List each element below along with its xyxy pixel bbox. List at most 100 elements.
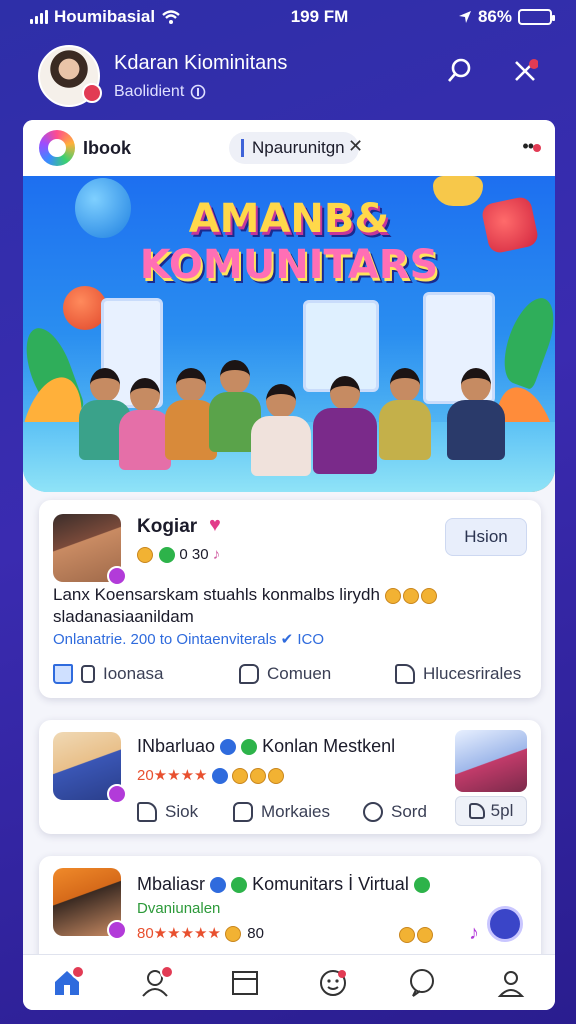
emoji-icon bbox=[402, 587, 419, 604]
action-label: Morkaies bbox=[261, 802, 330, 821]
post-author-row: INbarluao Konlan Mestkenl bbox=[137, 736, 395, 757]
search-chip-text: Npaurunitgn bbox=[252, 138, 345, 157]
battery-percent: 86% bbox=[477, 7, 512, 26]
nav-calendar[interactable] bbox=[225, 963, 265, 1003]
nav-profile[interactable] bbox=[491, 963, 531, 1003]
green-badge-icon bbox=[413, 877, 430, 894]
home-icon bbox=[53, 664, 73, 684]
share-count: 5pl bbox=[490, 801, 514, 820]
feed-container: Ibook Npaurunitgn ✕ •• AMANB& KOMUNITARS bbox=[23, 120, 555, 1010]
green-badge-icon bbox=[231, 877, 248, 894]
music-icon bbox=[81, 665, 95, 683]
emoji-icon bbox=[267, 768, 284, 785]
brand-name: Ibook bbox=[83, 137, 131, 158]
search-button[interactable] bbox=[444, 56, 474, 86]
signal-icon bbox=[30, 10, 48, 24]
share-action[interactable]: Hlucesrirales bbox=[395, 664, 521, 684]
nav-emoji[interactable] bbox=[313, 963, 353, 1003]
emoji-icon bbox=[417, 926, 433, 943]
post-meta: 0 30 ♪ bbox=[137, 546, 220, 564]
carrier-label: Houmibasial bbox=[54, 7, 156, 26]
app-header: Kdaran Kiominitans Baolidient bbox=[24, 38, 554, 114]
post-author-tail: Komunitars İ Virtual bbox=[252, 874, 409, 894]
post-avatar[interactable] bbox=[53, 868, 127, 940]
comment-action[interactable]: Comuen bbox=[239, 664, 331, 684]
post-card[interactable]: INbarluao Konlan Mestkenl 20★★★★ Siok Mo… bbox=[39, 720, 541, 834]
page-title: Kdaran Kiominitans bbox=[114, 51, 288, 74]
bottom-nav bbox=[23, 954, 555, 1010]
rating-count: 80 bbox=[247, 925, 264, 942]
calendar-icon bbox=[231, 970, 258, 995]
post-thumbnail[interactable] bbox=[455, 730, 527, 792]
app-logo[interactable] bbox=[39, 130, 75, 166]
blue-badge-icon bbox=[211, 768, 228, 785]
rating-row: 20★★★★ bbox=[137, 766, 286, 785]
nav-chat[interactable] bbox=[402, 963, 442, 1003]
hero-title: AMANB& KOMUNITARS bbox=[23, 196, 555, 288]
share-icon bbox=[395, 664, 415, 684]
green-status-icon bbox=[159, 547, 176, 564]
follow-button[interactable]: Hsion bbox=[445, 518, 527, 556]
save-action[interactable]: Sord bbox=[363, 802, 427, 822]
hero-banner[interactable]: AMANB& KOMUNITARS bbox=[23, 176, 555, 492]
blue-badge-icon bbox=[220, 739, 237, 756]
emoji-icon bbox=[137, 547, 153, 564]
emoji-icon bbox=[399, 926, 415, 943]
post-card[interactable]: Mbaliasr Komunitars İ Virtual Dvaniunale… bbox=[39, 856, 541, 970]
share-count-button[interactable]: 5pl bbox=[455, 796, 527, 826]
nav-home[interactable] bbox=[47, 963, 87, 1003]
play-button[interactable] bbox=[487, 906, 523, 942]
star-rating: 80★★★★★ bbox=[137, 925, 221, 942]
post-link[interactable]: Onlanatrie. 200 to Ointaenviterals ✔ ICO bbox=[53, 630, 324, 648]
close-button[interactable] bbox=[510, 56, 540, 86]
page-subtitle: Baolidient bbox=[114, 82, 185, 100]
emoji-icon bbox=[225, 926, 242, 943]
green-badge-icon bbox=[241, 739, 258, 756]
notification-badge bbox=[71, 964, 86, 979]
action-label: Siok bbox=[165, 802, 199, 821]
like-action[interactable]: Siok bbox=[137, 802, 198, 822]
post-author[interactable]: Mbaliasr bbox=[137, 874, 205, 894]
comment-icon bbox=[233, 802, 253, 822]
post-author-tail: Konlan Mestkenl bbox=[262, 736, 396, 756]
hero-title-line2: KOMUNITARS bbox=[139, 242, 439, 288]
heart-icon: ♥ bbox=[209, 514, 221, 536]
chat-icon bbox=[409, 968, 434, 997]
comment-action[interactable]: Morkaies bbox=[233, 802, 330, 822]
info-icon bbox=[190, 84, 206, 99]
emoji-icon bbox=[384, 587, 401, 604]
post-card[interactable]: Kogiar ♥ 0 30 ♪ Hsion Lanx Koensarskam s… bbox=[39, 500, 541, 698]
thumb-icon bbox=[137, 802, 157, 822]
person-figure bbox=[313, 376, 377, 474]
post-avatar[interactable] bbox=[53, 732, 127, 804]
post-body-line2: sladanasiaanildam bbox=[53, 607, 194, 626]
person-figure bbox=[379, 368, 431, 460]
post-author[interactable]: INbarluao bbox=[137, 736, 215, 756]
action-label: Sord bbox=[391, 802, 427, 821]
emoji-icon bbox=[231, 768, 248, 785]
hero-title-line1: AMANB& bbox=[188, 196, 390, 242]
person-figure bbox=[447, 368, 505, 460]
blue-badge-icon bbox=[210, 877, 227, 894]
status-bar: Houmibasial 199 FM 86% bbox=[0, 0, 576, 34]
person-figure bbox=[251, 384, 311, 476]
comment-icon bbox=[239, 664, 259, 684]
post-author[interactable]: Kogiar bbox=[137, 516, 197, 538]
post-avatar[interactable] bbox=[53, 514, 127, 586]
search-chip[interactable]: Npaurunitgn bbox=[229, 132, 359, 164]
reaction-icons bbox=[399, 926, 435, 944]
clear-search-icon[interactable]: ✕ bbox=[348, 136, 363, 157]
cursor-bar bbox=[241, 139, 244, 157]
like-action[interactable]: Ioonasa bbox=[53, 664, 164, 684]
rating-row: 80★★★★★ 80 bbox=[137, 924, 264, 943]
notification-badge bbox=[82, 83, 102, 103]
emoji-icon bbox=[420, 587, 437, 604]
nav-people[interactable] bbox=[136, 963, 176, 1003]
post-body: Lanx Koensarskam stuahls konmalbs lirydh… bbox=[53, 584, 439, 628]
person-figure bbox=[119, 378, 171, 470]
more-menu-icon[interactable]: •• bbox=[522, 136, 541, 157]
avatar[interactable] bbox=[38, 45, 102, 107]
search-icon bbox=[448, 58, 471, 82]
profile-icon bbox=[497, 970, 524, 997]
share-icon bbox=[468, 803, 485, 819]
